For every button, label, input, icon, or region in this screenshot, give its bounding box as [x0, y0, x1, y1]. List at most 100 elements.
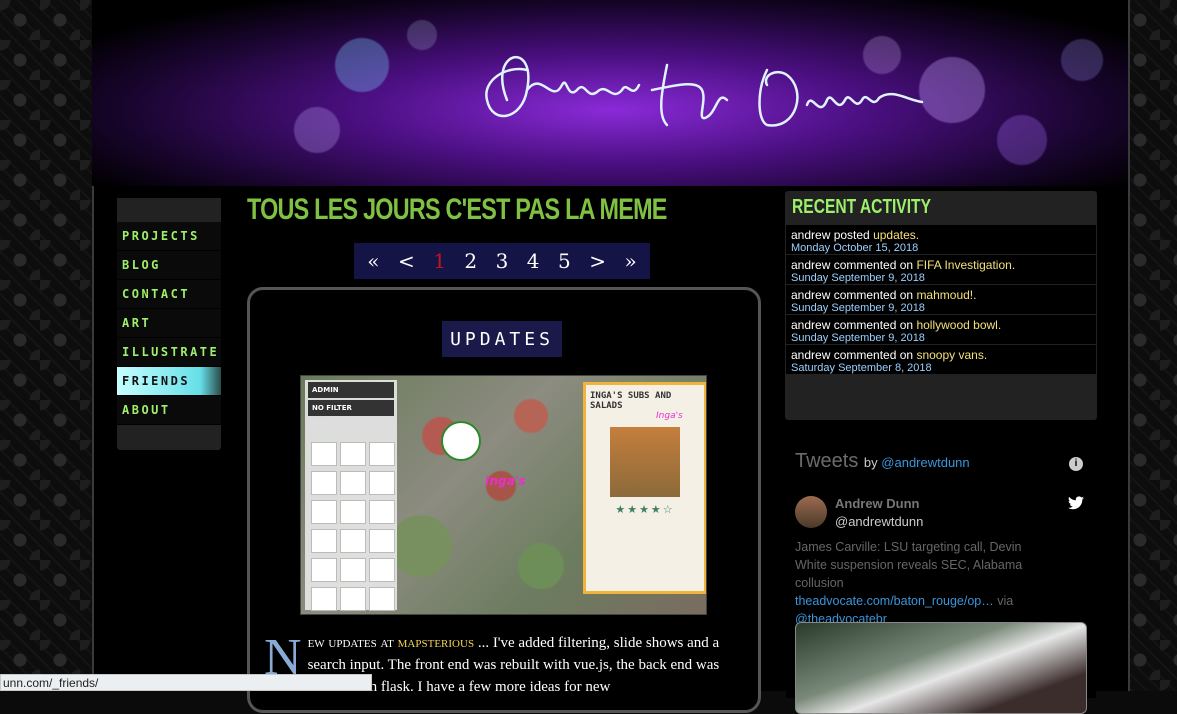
- logo-tile: [340, 529, 366, 553]
- logo-tile: [340, 442, 366, 466]
- post-screenshot[interactable]: ADMIN NO FILTER Inga's INGA'S SUBS AND S…: [300, 375, 707, 615]
- logo-tile: [340, 471, 366, 495]
- tweet-image[interactable]: [795, 622, 1087, 714]
- logo-tile: [340, 587, 366, 611]
- activity-row: andrew commented on snoopy vans. Saturda…: [786, 344, 1096, 374]
- nav-item-about[interactable]: ABOUT: [117, 396, 221, 425]
- logo-tile: [369, 500, 395, 524]
- twitter-widget: Tweets by @andrewtdunn i Andrew Dunn @an…: [786, 438, 1096, 714]
- activity-actor: andrew: [791, 288, 831, 302]
- header-banner[interactable]: [92, 0, 1128, 186]
- card-title: INGA'S SUBS AND SALADS: [590, 391, 672, 411]
- nav-item-illustrate[interactable]: ILLUSTRATE: [117, 338, 221, 367]
- nav-top-cap: [117, 198, 221, 222]
- screenshot-filter-bar: NO FILTER: [308, 400, 394, 416]
- main-nav: PROJECTS BLOG CONTACT ART ILLUSTRATE FRI…: [117, 198, 221, 450]
- screenshot-logo-grid: [305, 436, 397, 614]
- recent-activity-title: RECENT ACTIVITY: [792, 196, 931, 218]
- card-photo: [610, 427, 680, 497]
- activity-date: Sunday September 9, 2018: [791, 302, 925, 314]
- activity-date: Saturday September 8, 2018: [791, 362, 932, 374]
- activity-actor: andrew: [791, 228, 831, 242]
- pager-page-2[interactable]: 2: [464, 249, 477, 273]
- card-quote: [586, 516, 704, 520]
- pager-next[interactable]: >: [589, 249, 606, 273]
- activity-verb: commented on: [833, 258, 914, 272]
- logo-tile: [369, 529, 395, 553]
- activity-actor: andrew: [791, 348, 831, 362]
- nav-item-blog[interactable]: BLOG: [117, 251, 221, 280]
- activity-link[interactable]: mahmoud!.: [916, 288, 976, 302]
- nav-item-art[interactable]: ART: [117, 309, 221, 338]
- activity-verb: posted: [833, 228, 870, 242]
- activity-verb: commented on: [833, 288, 914, 302]
- pager-page-3[interactable]: 3: [496, 249, 509, 273]
- activity-row: andrew commented on mahmoud!. Sunday Sep…: [786, 284, 1096, 314]
- pager-prev[interactable]: <: [398, 249, 415, 273]
- post-title[interactable]: UPDATES: [442, 321, 562, 357]
- activity-link[interactable]: hollywood bowl.: [916, 318, 1001, 332]
- pager-page-1[interactable]: 1: [433, 249, 446, 273]
- tweets-header: Tweets by @andrewtdunn: [795, 450, 970, 473]
- logo-tile: [311, 442, 337, 466]
- tweets-by: by: [863, 455, 878, 470]
- info-icon[interactable]: i: [1069, 457, 1083, 471]
- activity-verb: commented on: [833, 318, 914, 332]
- activity-row: andrew commented on hollywood bowl. Sund…: [786, 314, 1096, 344]
- activity-date: Monday October 15, 2018: [791, 242, 919, 254]
- tweet-url-link[interactable]: theadvocate.com/baton_rouge/op…: [795, 594, 994, 608]
- post-body-intro: ew updates at: [307, 635, 394, 651]
- tweet-via: via: [997, 594, 1014, 608]
- activity-date: Sunday September 9, 2018: [791, 272, 925, 284]
- nav-item-projects[interactable]: PROJECTS: [117, 222, 221, 251]
- logo-tile: [311, 529, 337, 553]
- recent-activity-panel: RECENT ACTIVITY andrew posted updates. M…: [785, 191, 1097, 420]
- card-stars: ★★★★☆: [615, 503, 675, 516]
- activity-link[interactable]: FIFA Investigation.: [916, 258, 1015, 272]
- activity-row: andrew posted updates. Monday October 15…: [786, 224, 1096, 254]
- logo-tile: [340, 558, 366, 582]
- activity-date: Sunday September 9, 2018: [791, 332, 925, 344]
- activity-row: andrew commented on FIFA Investigation. …: [786, 254, 1096, 284]
- tweet-author-handle[interactable]: @andrewtdunn: [835, 514, 923, 529]
- page-title: TOUS LES JOURS C'EST PAS LA MEME: [247, 193, 667, 226]
- activity-actor: andrew: [791, 318, 831, 332]
- browser-status-url: unn.com/_friends/: [0, 674, 372, 691]
- logo-tile: [311, 471, 337, 495]
- map-pin-icon: [441, 421, 481, 461]
- tweet-author-name[interactable]: Andrew Dunn: [835, 496, 920, 511]
- tweet-body: James Carville: LSU targeting call, Devi…: [795, 540, 1023, 590]
- logo-tile: [340, 500, 366, 524]
- tweets-handle-link[interactable]: @andrewtdunn: [881, 455, 969, 470]
- tweets-title: Tweets: [795, 450, 859, 472]
- pager-last[interactable]: »: [624, 249, 636, 273]
- nav-item-contact[interactable]: CONTACT: [117, 280, 221, 309]
- logo-tile: [311, 587, 337, 611]
- screenshot-search-bar: [308, 418, 394, 434]
- mapsterious-link[interactable]: mapsterious: [398, 635, 474, 651]
- logo-tile: [311, 500, 337, 524]
- screenshot-admin-bar: ADMIN: [308, 382, 394, 398]
- tweet-text: James Carville: LSU targeting call, Devi…: [795, 538, 1055, 628]
- pager-page-4[interactable]: 4: [527, 249, 540, 273]
- screenshot-info-card: INGA'S SUBS AND SALADS Inga's ★★★★☆: [583, 382, 706, 594]
- pager-page-5[interactable]: 5: [558, 249, 571, 273]
- activity-verb: commented on: [833, 348, 914, 362]
- pager-first[interactable]: «: [367, 249, 379, 273]
- nav-item-friends[interactable]: FRIENDS: [117, 367, 221, 396]
- signature-logo: [485, 55, 924, 127]
- twitter-bird-icon[interactable]: [1068, 496, 1084, 515]
- map-label: Inga's: [485, 474, 526, 488]
- screenshot-sidebar: ADMIN NO FILTER: [305, 380, 397, 611]
- activity-link[interactable]: updates.: [873, 228, 919, 242]
- activity-actor: andrew: [791, 258, 831, 272]
- card-brand: Inga's: [656, 411, 683, 421]
- logo-tile: [369, 442, 395, 466]
- logo-tile: [369, 471, 395, 495]
- logo-tile: [369, 558, 395, 582]
- avatar[interactable]: [795, 496, 827, 528]
- logo-tile: [311, 558, 337, 582]
- pagination: « < 1 2 3 4 5 > »: [354, 243, 650, 279]
- activity-link[interactable]: snoopy vans.: [916, 348, 987, 362]
- logo-tile: [369, 587, 395, 611]
